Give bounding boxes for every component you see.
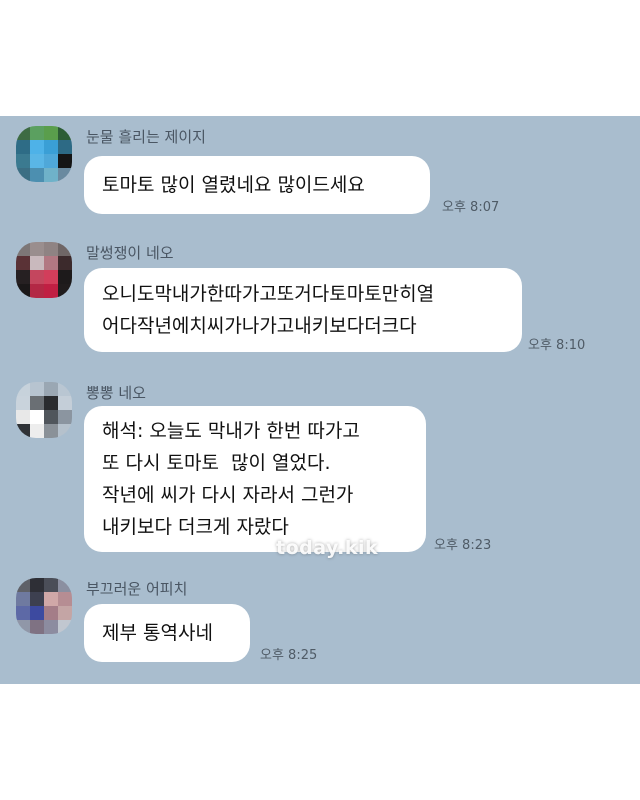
avatar-mosaic-tile bbox=[58, 284, 72, 298]
avatar-mosaic-tile bbox=[30, 126, 44, 140]
avatar-mosaic-tile bbox=[16, 410, 30, 424]
avatar-mosaic-tile bbox=[58, 382, 72, 396]
avatar-mosaic-tile bbox=[16, 592, 30, 606]
message-time: 오후 8:10 bbox=[528, 338, 586, 353]
avatar-mosaic-tile bbox=[16, 270, 30, 284]
message-time: 오후 8:07 bbox=[442, 200, 500, 215]
avatar[interactable] bbox=[16, 382, 72, 438]
avatar-mosaic-tile bbox=[44, 140, 58, 154]
avatar-mosaic-tile bbox=[58, 620, 72, 634]
avatar-mosaic-tile bbox=[58, 256, 72, 270]
avatar-mosaic-tile bbox=[44, 424, 58, 438]
avatar[interactable] bbox=[16, 242, 72, 298]
avatar-mosaic-tile bbox=[30, 256, 44, 270]
sender-name: 눈물 흘리는 제이지 bbox=[86, 128, 206, 146]
avatar-mosaic-tile bbox=[16, 140, 30, 154]
avatar-mosaic-tile bbox=[44, 154, 58, 168]
avatar-mosaic-tile bbox=[30, 154, 44, 168]
avatar-mosaic-tile bbox=[44, 126, 58, 140]
message-time: 오후 8:23 bbox=[434, 538, 492, 553]
avatar-mosaic-tile bbox=[16, 382, 30, 396]
avatar-mosaic-tile bbox=[58, 396, 72, 410]
avatar-mosaic-tile bbox=[44, 168, 58, 182]
avatar-mosaic-tile bbox=[30, 242, 44, 256]
avatar[interactable] bbox=[16, 578, 72, 634]
avatar-mosaic-tile bbox=[30, 168, 44, 182]
avatar-mosaic-tile bbox=[16, 396, 30, 410]
avatar-mosaic-tile bbox=[58, 140, 72, 154]
avatar-mosaic-tile bbox=[44, 620, 58, 634]
avatar-mosaic-tile bbox=[58, 592, 72, 606]
avatar-mosaic-tile bbox=[44, 382, 58, 396]
avatar-mosaic-tile bbox=[30, 410, 44, 424]
avatar-mosaic-tile bbox=[30, 382, 44, 396]
avatar-mosaic-tile bbox=[30, 424, 44, 438]
avatar-mosaic-tile bbox=[44, 606, 58, 620]
avatar-mosaic-tile bbox=[16, 154, 30, 168]
avatar-mosaic-tile bbox=[16, 126, 30, 140]
watermark: today.kik bbox=[276, 537, 379, 559]
sender-name: 말썽쟁이 네오 bbox=[86, 244, 174, 262]
avatar-mosaic-tile bbox=[16, 578, 30, 592]
avatar-mosaic-tile bbox=[58, 578, 72, 592]
sender-name: 뽕뽕 네오 bbox=[86, 384, 146, 402]
avatar-mosaic-tile bbox=[16, 168, 30, 182]
avatar-mosaic-tile bbox=[16, 242, 30, 256]
avatar-mosaic-tile bbox=[58, 168, 72, 182]
message-bubble[interactable]: 해석: 오늘도 막내가 한번 따가고 또 다시 토마토 많이 열었다. 작년에 … bbox=[84, 406, 426, 552]
avatar-mosaic-tile bbox=[30, 396, 44, 410]
avatar-mosaic-tile bbox=[58, 154, 72, 168]
avatar-mosaic-tile bbox=[58, 242, 72, 256]
avatar-mosaic-tile bbox=[58, 424, 72, 438]
chat-area: 눈물 흘리는 제이지 토마토 많이 열렸네요 많이드세요 오후 8:07 말썽쟁… bbox=[0, 116, 640, 684]
avatar-mosaic-tile bbox=[58, 606, 72, 620]
message-bubble[interactable]: 오니도막내가한따가고또거다토마토만히열 어다작년에치씨가나가고내키보다더크다 bbox=[84, 268, 522, 352]
avatar-mosaic-tile bbox=[58, 270, 72, 284]
avatar-mosaic-tile bbox=[16, 256, 30, 270]
sender-name: 부끄러운 어피치 bbox=[86, 580, 188, 598]
avatar-mosaic-tile bbox=[16, 620, 30, 634]
avatar-mosaic-tile bbox=[44, 242, 58, 256]
avatar-mosaic-tile bbox=[44, 284, 58, 298]
message-bubble[interactable]: 제부 통역사네 bbox=[84, 604, 250, 662]
message-bubble[interactable]: 토마토 많이 열렸네요 많이드세요 bbox=[84, 156, 430, 214]
avatar-mosaic-tile bbox=[30, 578, 44, 592]
avatar-mosaic-tile bbox=[30, 140, 44, 154]
avatar-mosaic-tile bbox=[16, 424, 30, 438]
avatar-mosaic-tile bbox=[44, 396, 58, 410]
avatar-mosaic-tile bbox=[30, 270, 44, 284]
avatar-mosaic-tile bbox=[44, 410, 58, 424]
avatar-mosaic-tile bbox=[16, 606, 30, 620]
avatar-mosaic-tile bbox=[16, 284, 30, 298]
avatar-mosaic-tile bbox=[30, 620, 44, 634]
avatar-mosaic-tile bbox=[44, 270, 58, 284]
avatar-mosaic-tile bbox=[58, 126, 72, 140]
avatar-mosaic-tile bbox=[44, 256, 58, 270]
message-time: 오후 8:25 bbox=[260, 648, 318, 663]
avatar-mosaic-tile bbox=[44, 592, 58, 606]
avatar-mosaic-tile bbox=[44, 578, 58, 592]
avatar-mosaic-tile bbox=[58, 410, 72, 424]
avatar[interactable] bbox=[16, 126, 72, 182]
avatar-mosaic-tile bbox=[30, 284, 44, 298]
avatar-mosaic-tile bbox=[30, 592, 44, 606]
avatar-mosaic-tile bbox=[30, 606, 44, 620]
